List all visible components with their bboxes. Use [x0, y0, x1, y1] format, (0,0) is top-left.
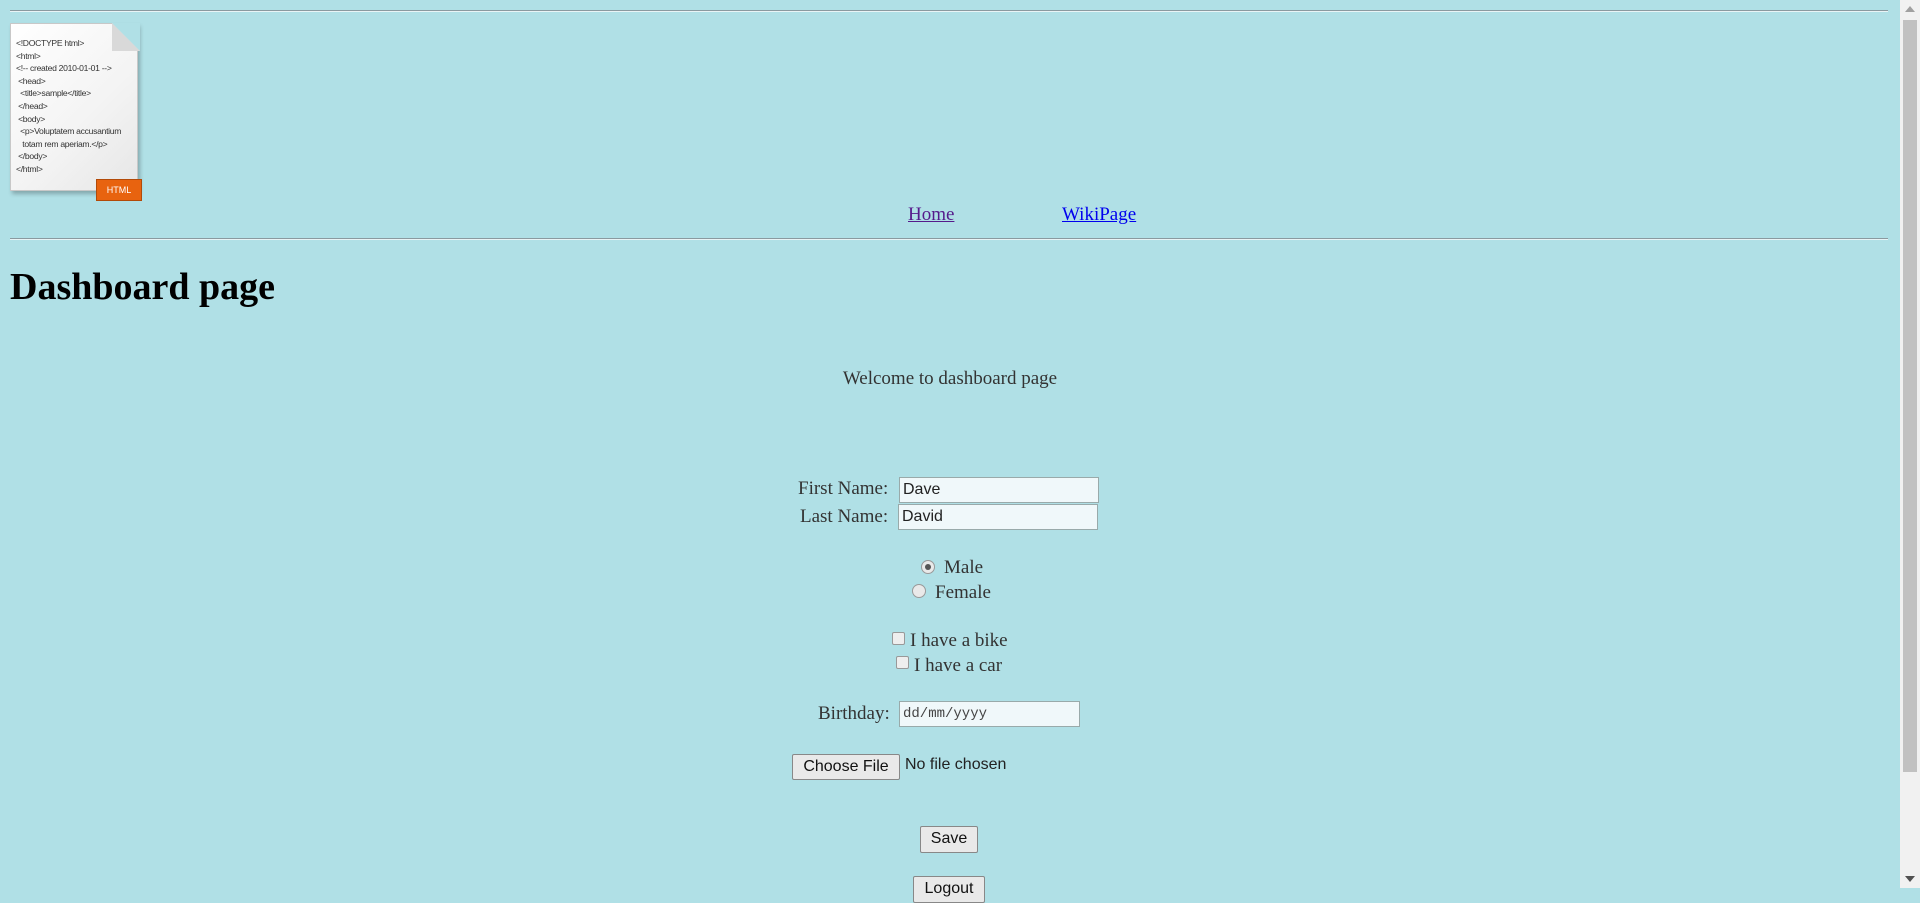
top-divider	[10, 10, 1888, 12]
scroll-down-arrow-icon[interactable]	[1905, 876, 1915, 882]
last-name-input[interactable]: David	[898, 504, 1098, 530]
gender-female-label: Female	[935, 582, 991, 603]
gender-male-radio[interactable]	[921, 560, 935, 574]
logo-code-line: totam rem aperiam.</p>	[16, 138, 108, 149]
wikipage-link[interactable]: WikiPage	[1062, 204, 1136, 225]
first-name-input[interactable]: Dave	[899, 477, 1099, 503]
nav-home: Home	[908, 204, 954, 226]
logo-code-line: <title>sample</title>	[16, 88, 91, 99]
car-label: I have a car	[914, 655, 1003, 676]
choose-file-button[interactable]: Choose File	[792, 754, 900, 780]
first-name-label: First Name:	[798, 478, 889, 499]
logo-code-line: <html>	[16, 50, 41, 61]
nav-wiki: WikiPage	[1062, 204, 1136, 226]
birthday-input[interactable]: dd/mm/yyyy	[899, 701, 1080, 727]
bike-checkbox[interactable]	[892, 632, 905, 645]
gender-female-radio[interactable]	[912, 584, 926, 598]
file-status-text: No file chosen	[905, 756, 1007, 773]
logout-button[interactable]: Logout	[913, 876, 985, 903]
logo-code-line: <!-- created 2010-01-01 -->	[16, 63, 112, 74]
birthday-label: Birthday:	[818, 703, 890, 724]
logo-code-text: <!DOCTYPE html> <html> <!-- created 2010…	[16, 37, 121, 176]
page-title: Dashboard page	[10, 266, 275, 308]
nav-divider	[10, 238, 1888, 240]
logo-code-line: </head>	[16, 100, 48, 111]
welcome-text: Welcome to dashboard page	[842, 368, 1058, 389]
car-checkbox[interactable]	[896, 656, 909, 669]
logo-code-line: </html>	[16, 163, 43, 174]
logo-code-line: <body>	[16, 113, 45, 124]
logo-code-line: <p>Voluptatem accusantium	[16, 126, 122, 137]
logo-code-line: </body>	[16, 151, 48, 162]
last-name-label: Last Name:	[800, 506, 889, 527]
html-file-logo: <!DOCTYPE html> <html> <!-- created 2010…	[10, 23, 142, 201]
gender-male-label: Male	[944, 557, 984, 578]
logo-code-line: <!DOCTYPE html>	[16, 38, 85, 48]
logo-code-line: <head>	[16, 75, 46, 86]
scrollbar-thumb[interactable]	[1903, 20, 1917, 772]
home-link[interactable]: Home	[908, 204, 954, 225]
scroll-up-arrow-icon[interactable]	[1905, 6, 1915, 12]
logo-html-tag: HTML	[96, 179, 142, 201]
vertical-scrollbar[interactable]	[1900, 0, 1920, 888]
bike-label: I have a bike	[910, 630, 1008, 651]
save-button[interactable]: Save	[920, 826, 978, 853]
